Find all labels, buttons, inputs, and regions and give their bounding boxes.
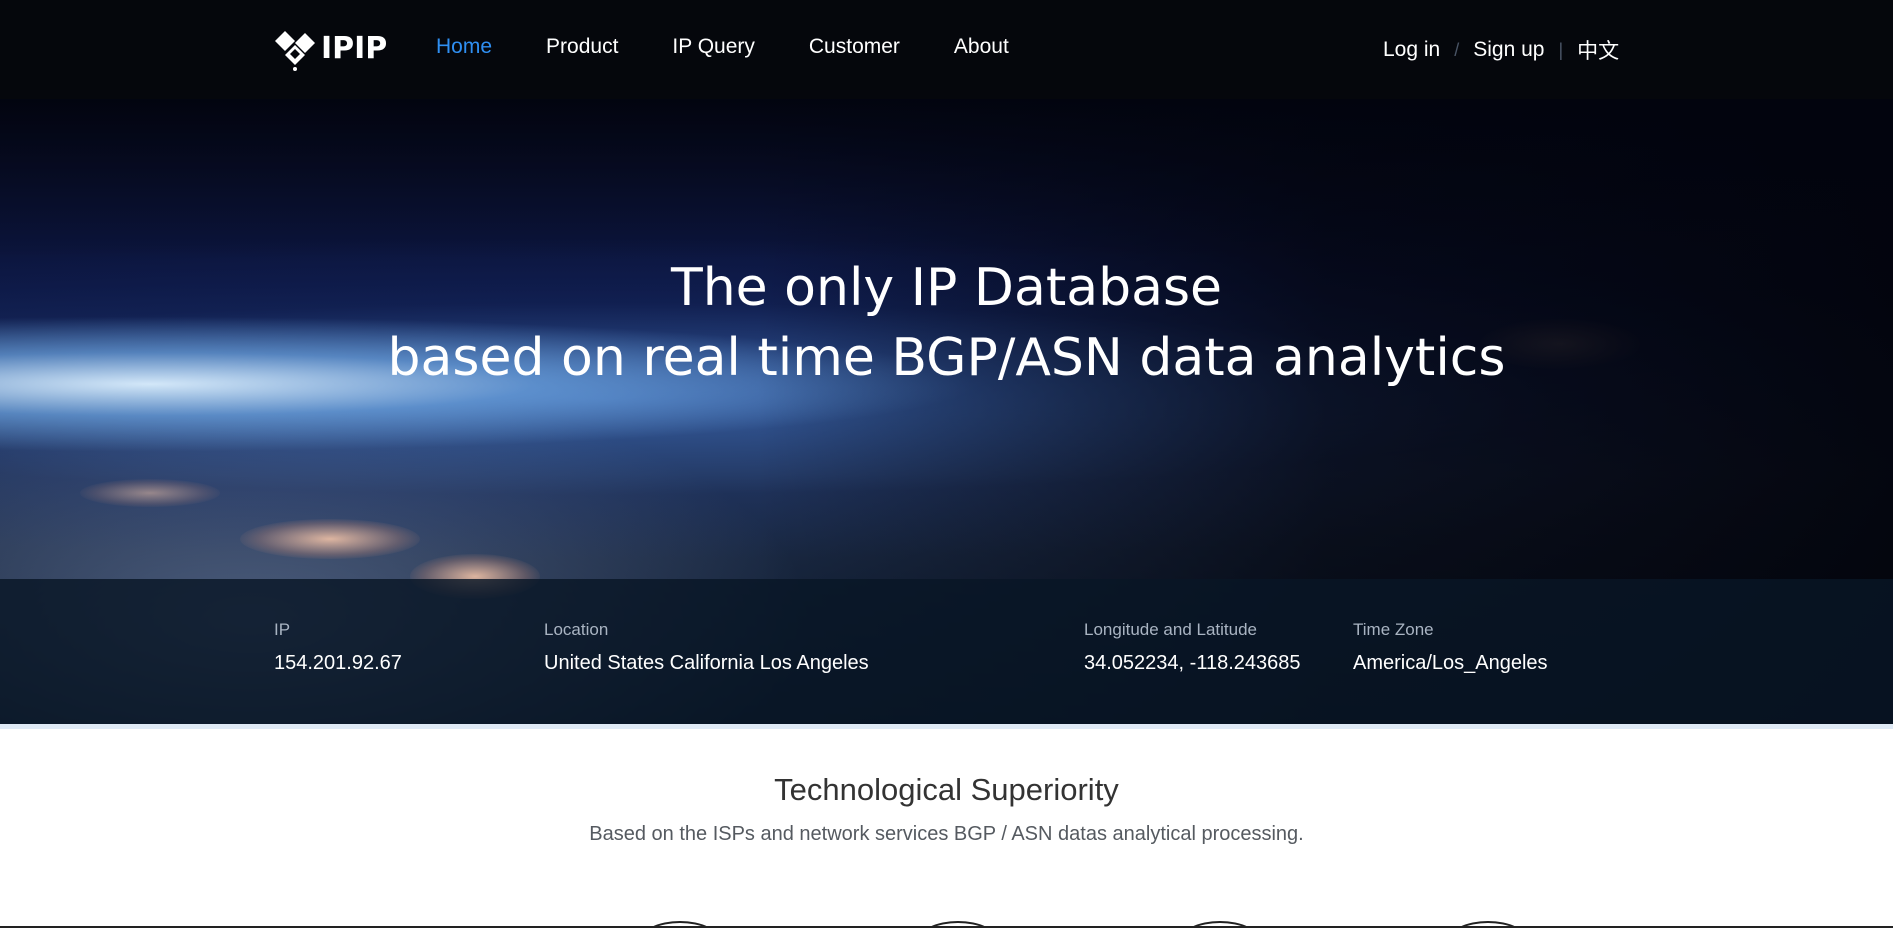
section-subtitle: Based on the ISPs and network services B… <box>589 823 1304 845</box>
location-value: United States California Los Angeles <box>544 652 869 674</box>
coordinates-label: Longitude and Latitude <box>1084 620 1257 639</box>
visitor-ip-info-bar: IP 154.201.92.67 Location United States … <box>0 579 1893 724</box>
timezone-value: America/Los_Angeles <box>1353 652 1548 674</box>
login-link[interactable]: Log in <box>1383 38 1440 62</box>
hero-headline: The only IP Database <box>670 258 1223 318</box>
coordinates-info: Longitude and Latitude 34.052234, -118.2… <box>1084 619 1301 677</box>
hero-subheadline: based on real time BGP/ASN data analytic… <box>387 328 1506 388</box>
language-switch[interactable]: 中文 <box>1577 35 1619 65</box>
location-info: Location United States California Los An… <box>544 619 869 677</box>
nav-product[interactable]: Product <box>546 35 618 59</box>
coordinates-value: 34.052234, -118.243685 <box>1084 652 1301 674</box>
timezone-info: Time Zone America/Los_Angeles <box>1353 619 1548 677</box>
account-nav: Log in / Sign up | 中文 <box>1383 35 1619 65</box>
brand-name: IPIP <box>321 31 388 66</box>
ip-info: IP 154.201.92.67 <box>274 619 402 677</box>
top-navbar: IPIP Home Product IP Query Customer Abou… <box>0 0 1893 99</box>
nav-ip-query[interactable]: IP Query <box>672 35 754 59</box>
nav-about[interactable]: About <box>954 35 1009 59</box>
timezone-label: Time Zone <box>1353 620 1434 639</box>
location-label: Location <box>544 620 609 639</box>
nav-divider: / <box>1454 39 1460 60</box>
section-title: Technological Superiority <box>774 772 1119 807</box>
signup-link[interactable]: Sign up <box>1473 38 1544 62</box>
brand-logo[interactable]: IPIP <box>273 26 387 71</box>
hero-shade <box>0 99 1893 259</box>
ip-label: IP <box>274 620 291 639</box>
nav-home[interactable]: Home <box>436 35 492 59</box>
main-nav: Home Product IP Query Customer About <box>436 35 1063 59</box>
nav-customer[interactable]: Customer <box>809 35 900 59</box>
section-divider <box>0 724 1893 729</box>
nav-divider: | <box>1558 39 1564 60</box>
ip-value: 154.201.92.67 <box>274 652 402 674</box>
ipip-diamond-logo-icon <box>275 30 315 71</box>
